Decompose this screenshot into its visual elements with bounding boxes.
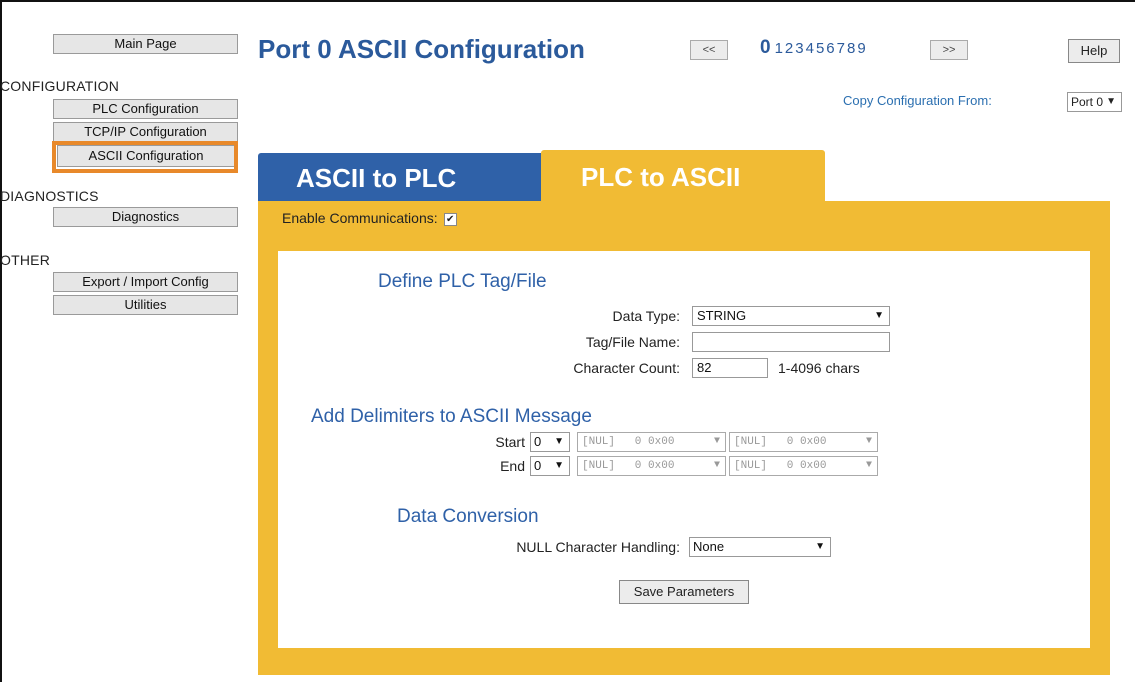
enable-communications-checkbox[interactable]: ✔ [443, 212, 457, 226]
character-count-hint: 1-4096 chars [778, 360, 860, 376]
chevron-down-icon: ▼ [1106, 96, 1116, 107]
data-conversion-heading: Data Conversion [397, 506, 539, 527]
next-port-button[interactable]: >> [930, 40, 968, 60]
tag-file-name-input[interactable] [692, 332, 890, 352]
copy-configuration-select[interactable]: Port 0 ▼ [1067, 92, 1122, 112]
start-delimiter-count-select[interactable]: 0 ▼ [530, 432, 570, 452]
null-handling-value: None [693, 539, 725, 554]
enable-communications-row: Enable Communications: ✔ [282, 210, 457, 226]
port-number-links[interactable]: 123456789 [775, 40, 868, 57]
help-button[interactable]: Help [1068, 39, 1120, 63]
section-configuration-heading: CONFIGURATION [0, 78, 120, 94]
null-handling-select[interactable]: None ▼ [689, 537, 831, 557]
chevron-down-icon: ▼ [865, 460, 872, 471]
sidebar-item-diagnostics[interactable]: Diagnostics [53, 207, 238, 227]
start-delimiter-2-value: [NUL] 0 0x00 [734, 436, 827, 448]
chevron-down-icon: ▼ [815, 541, 825, 552]
frame-left-border [0, 0, 2, 682]
chevron-down-icon: ▼ [554, 460, 564, 471]
start-count-value: 0 [534, 434, 542, 449]
start-delimiter-2-select[interactable]: [NUL] 0 0x00 ▼ [729, 432, 878, 452]
sidebar-item-plc-configuration[interactable]: PLC Configuration [53, 99, 238, 119]
sidebar-item-tcpip-configuration[interactable]: TCP/IP Configuration [53, 122, 238, 142]
data-type-select[interactable]: STRING ▼ [692, 306, 890, 326]
end-delimiter-1-select[interactable]: [NUL] 0 0x00 ▼ [577, 456, 726, 476]
null-handling-label: NULL Character Handling: [516, 539, 680, 555]
main-page-button[interactable]: Main Page [53, 34, 238, 54]
page-title: Port 0 ASCII Configuration [258, 34, 585, 64]
end-delimiter-count-select[interactable]: 0 ▼ [530, 456, 570, 476]
tab-ascii-to-plc[interactable]: ASCII to PLC [258, 153, 544, 201]
character-count-input[interactable]: 82 [692, 358, 768, 378]
current-port-number: 0 [760, 37, 771, 58]
end-delimiter-label: End [500, 458, 525, 474]
tab-ascii-to-plc-label: ASCII to PLC [296, 163, 457, 193]
data-type-value: STRING [697, 308, 747, 323]
delimiters-heading: Add Delimiters to ASCII Message [311, 406, 592, 427]
end-delimiter-2-select[interactable]: [NUL] 0 0x00 ▼ [729, 456, 878, 476]
tab-plc-to-ascii[interactable]: PLC to ASCII [541, 150, 825, 201]
start-delimiter-label: Start [495, 434, 525, 450]
prev-port-button[interactable]: << [690, 40, 728, 60]
tag-file-name-label: Tag/File Name: [585, 334, 680, 350]
section-other-heading: OTHER [0, 252, 50, 268]
selected-item-highlight [52, 141, 238, 173]
copy-configuration-label: Copy Configuration From: [843, 93, 992, 108]
sidebar-item-export-import-config[interactable]: Export / Import Config [53, 272, 238, 292]
end-delimiter-1-value: [NUL] 0 0x00 [582, 460, 675, 472]
save-parameters-button[interactable]: Save Parameters [619, 580, 749, 604]
chevron-down-icon: ▼ [713, 460, 720, 471]
end-count-value: 0 [534, 458, 542, 473]
chevron-down-icon: ▼ [874, 310, 884, 321]
port-selector[interactable]: 0 123456789 [760, 37, 868, 59]
end-delimiter-2-value: [NUL] 0 0x00 [734, 460, 827, 472]
start-delimiter-1-select[interactable]: [NUL] 0 0x00 ▼ [577, 432, 726, 452]
data-type-label: Data Type: [612, 308, 680, 324]
chevron-down-icon: ▼ [713, 436, 720, 447]
copy-configuration-value: Port 0 [1071, 95, 1104, 109]
frame-top-border [0, 0, 1135, 2]
tab-plc-to-ascii-label: PLC to ASCII [581, 162, 741, 192]
enable-communications-label: Enable Communications: [282, 210, 438, 226]
define-plc-tag-heading: Define PLC Tag/File [378, 271, 547, 292]
chevron-down-icon: ▼ [865, 436, 872, 447]
chevron-down-icon: ▼ [554, 436, 564, 447]
start-delimiter-1-value: [NUL] 0 0x00 [582, 436, 675, 448]
section-diagnostics-heading: DIAGNOSTICS [0, 188, 99, 204]
sidebar-item-utilities[interactable]: Utilities [53, 295, 238, 315]
character-count-label: Character Count: [573, 360, 680, 376]
